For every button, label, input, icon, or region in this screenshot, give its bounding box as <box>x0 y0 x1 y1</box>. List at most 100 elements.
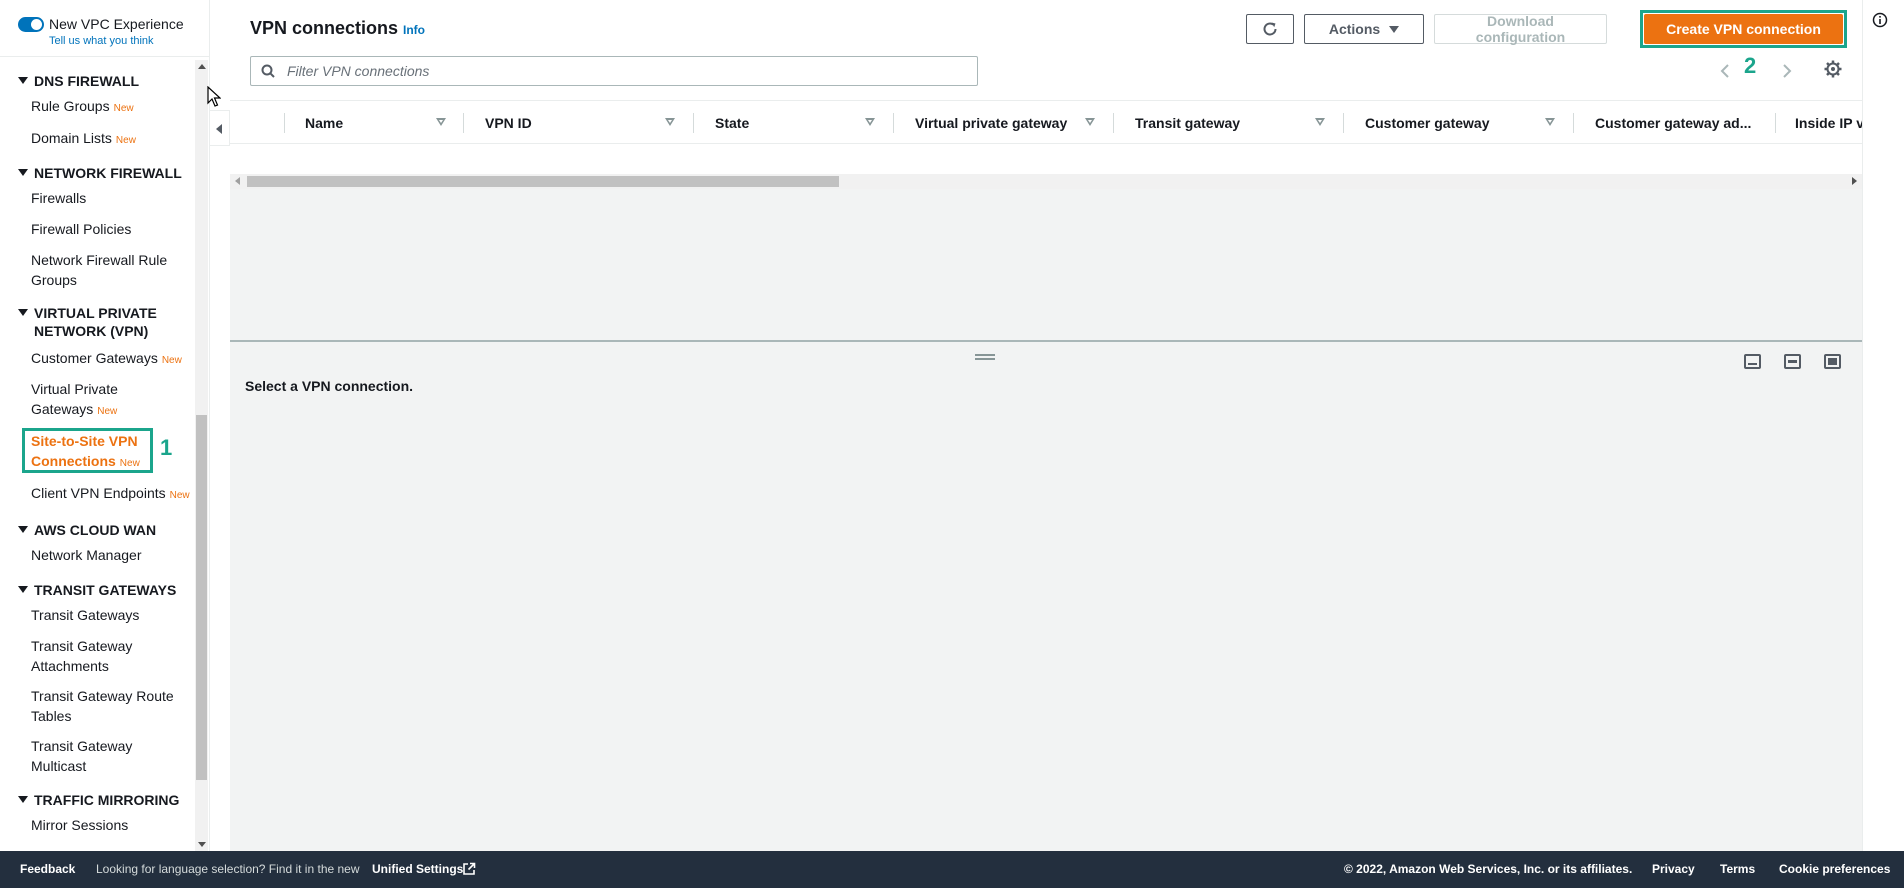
column-header-inside-ip[interactable]: Inside IP v <box>1795 101 1862 145</box>
column-separator <box>1573 113 1574 133</box>
scroll-right-icon[interactable] <box>1852 177 1857 185</box>
sidebar-item-rule-groups[interactable]: Rule Groups New <box>31 96 191 119</box>
column-header-transit-gateway[interactable]: Transit gateway <box>1135 101 1310 145</box>
sidebar-divider <box>0 56 209 57</box>
sidebar-item-transit-gateway-attachments[interactable]: Transit Gateway Attachments <box>31 636 161 676</box>
table-card: VPN connections Info Actions Download co… <box>230 0 1862 189</box>
sort-icon[interactable] <box>865 118 875 126</box>
search-icon <box>261 64 275 78</box>
annotation-highlight-create <box>1640 10 1847 48</box>
filter-search-box <box>250 56 978 86</box>
sidebar-item-firewall-policies[interactable]: Firewall Policies <box>31 219 191 239</box>
sort-icon[interactable] <box>1085 118 1095 126</box>
column-separator <box>284 113 285 133</box>
footer-cookie-preferences-link[interactable]: Cookie preferences <box>1779 862 1890 876</box>
annotation-step-1: 1 <box>160 435 173 460</box>
chevron-right-icon <box>1783 64 1792 78</box>
sidebar-scrollbar[interactable] <box>195 60 208 851</box>
vpn-table-panel: VPN connections Info Actions Download co… <box>230 0 1862 340</box>
download-configuration-button[interactable]: Download configuration <box>1434 13 1607 45</box>
gear-icon[interactable] <box>1824 60 1842 78</box>
column-separator <box>1775 113 1776 133</box>
collapse-sidebar-button[interactable] <box>210 110 230 146</box>
sidebar-item-transit-gateway-multicast[interactable]: Transit Gateway Multicast <box>31 736 161 776</box>
scroll-left-icon[interactable] <box>235 177 240 185</box>
table-horizontal-scrollbar[interactable] <box>230 174 1862 189</box>
sidebar-item-network-manager[interactable]: Network Manager <box>31 545 191 565</box>
split-side-icon[interactable] <box>1784 354 1801 369</box>
actions-label: Actions <box>1328 21 1381 37</box>
column-header-state[interactable]: State <box>715 101 865 145</box>
column-header-customer-gateway[interactable]: Customer gateway <box>1365 101 1540 145</box>
split-bottom-icon[interactable] <box>1744 354 1761 369</box>
column-header-customer-gateway-address[interactable]: Customer gateway ad... <box>1595 101 1765 145</box>
section-transit-gateways[interactable]: TRANSIT GATEWAYS <box>18 581 176 599</box>
sidebar-item-client-vpn-endpoints[interactable]: Client VPN Endpoints New <box>31 483 195 506</box>
column-separator <box>1113 113 1114 133</box>
new-badge: New <box>113 103 134 114</box>
footer-feedback-link[interactable]: Feedback <box>20 862 75 876</box>
caret-down-icon <box>18 526 28 533</box>
filter-vpn-input[interactable] <box>285 57 965 85</box>
sidebar-item-virtual-private-gateways[interactable]: Virtual Private Gateways New <box>31 379 161 422</box>
column-separator <box>463 113 464 133</box>
detail-empty-message: Select a VPN connection. <box>245 378 414 394</box>
sidebar-item-transit-gateway-route-tables[interactable]: Transit Gateway Route Tables <box>31 686 181 726</box>
column-separator <box>693 113 694 133</box>
sidebar-item-network-firewall-rule-groups[interactable]: Network Firewall Rule Groups <box>31 250 181 290</box>
footer-copyright: © 2022, Amazon Web Services, Inc. or its… <box>1344 862 1633 876</box>
split-panel-divider[interactable] <box>230 340 1862 342</box>
section-aws-cloud-wan[interactable]: AWS CLOUD WAN <box>18 521 156 539</box>
column-header-virtual-private-gateway[interactable]: Virtual private gateway <box>915 101 1090 145</box>
footer-unified-settings-link[interactable]: Unified Settings <box>372 862 463 876</box>
column-header-vpn-id[interactable]: VPN ID <box>485 101 655 145</box>
main-content: VPN connections Info Actions Download co… <box>230 0 1862 851</box>
sidebar-item-customer-gateways[interactable]: Customer Gateways New <box>31 348 195 371</box>
sidebar-item-mirror-sessions[interactable]: Mirror Sessions <box>31 815 191 835</box>
footer: Feedback Looking for language selection?… <box>0 851 1904 888</box>
footer-privacy-link[interactable]: Privacy <box>1652 862 1695 876</box>
resize-handle-icon[interactable] <box>975 354 995 360</box>
external-link-icon <box>463 862 476 875</box>
actions-dropdown[interactable]: Actions <box>1304 14 1424 44</box>
column-header-name[interactable]: Name <box>305 101 435 145</box>
section-traffic-mirroring[interactable]: TRAFFIC MIRRORING <box>18 791 179 809</box>
scroll-up-icon[interactable] <box>198 64 206 69</box>
sort-icon[interactable] <box>1545 118 1555 126</box>
caret-down-icon <box>18 169 28 176</box>
column-separator <box>1343 113 1344 133</box>
caret-down-icon <box>18 586 28 593</box>
table-header: Name VPN ID State Virtual private gatewa… <box>230 100 1862 144</box>
mouse-cursor-icon <box>207 86 221 107</box>
caret-down-icon <box>1389 25 1400 33</box>
next-page-button[interactable] <box>1782 56 1792 86</box>
new-badge: New <box>161 355 182 366</box>
sidebar-scroll-thumb[interactable] <box>196 415 207 780</box>
column-separator <box>893 113 894 133</box>
sidebar-item-domain-lists[interactable]: Domain Lists New <box>31 128 191 151</box>
sort-icon[interactable] <box>665 118 675 126</box>
footer-language-text: Looking for language selection? Find it … <box>96 862 360 876</box>
sidebar-item-transit-gateways[interactable]: Transit Gateways <box>31 605 191 625</box>
info-icon[interactable] <box>1872 12 1888 28</box>
vpc-experience-toggle[interactable] <box>18 17 44 32</box>
new-badge: New <box>169 490 190 501</box>
sidebar: New VPC Experience Tell us what you thin… <box>0 0 210 851</box>
previous-page-button[interactable] <box>1720 56 1730 86</box>
section-network-firewall[interactable]: NETWORK FIREWALL <box>18 164 182 182</box>
section-dns-firewall[interactable]: DNS FIREWALL <box>18 72 139 90</box>
sort-icon[interactable] <box>436 118 446 126</box>
tell-us-link[interactable]: Tell us what you think <box>49 35 154 47</box>
split-full-icon[interactable] <box>1824 354 1841 369</box>
sidebar-item-firewalls[interactable]: Firewalls <box>31 188 191 208</box>
caret-down-icon <box>18 77 28 84</box>
section-vpn[interactable]: VIRTUAL PRIVATE NETWORK (VPN) <box>18 304 174 340</box>
info-link[interactable]: Info <box>403 23 425 37</box>
refresh-button[interactable] <box>1246 14 1294 44</box>
sort-icon[interactable] <box>1315 118 1325 126</box>
footer-terms-link[interactable]: Terms <box>1720 862 1755 876</box>
right-tools-bar <box>1862 0 1904 851</box>
horizontal-scroll-thumb[interactable] <box>247 176 839 187</box>
annotation-step-2: 2 <box>1744 53 1757 78</box>
scroll-down-icon[interactable] <box>198 842 206 847</box>
